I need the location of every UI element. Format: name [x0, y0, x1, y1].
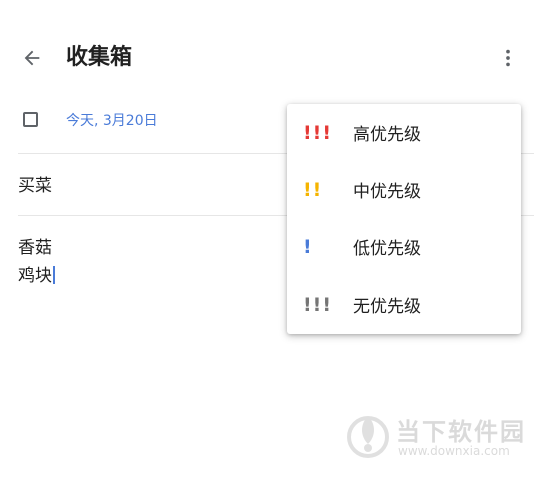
menu-item-label: 无优先级 — [353, 297, 421, 317]
watermark-url: www.downxia.com — [398, 444, 510, 458]
priority-high-icon: !!! — [303, 121, 332, 144]
more-vertical-icon — [506, 49, 510, 67]
watermark-title: 当下软件园 — [396, 418, 526, 446]
menu-item-no-priority[interactable]: !!! 无优先级 — [287, 276, 521, 333]
watermark: 当下软件园 www.downxia.com — [346, 410, 526, 466]
task-title-field[interactable]: 买菜 — [18, 172, 52, 200]
page-title: 收集箱 — [66, 45, 133, 70]
due-date[interactable]: 今天, 3月20日 — [66, 110, 158, 132]
task-detail-screen: 收集箱 今天, 3月20日 买菜 香菇 鸡块 !!! 高优先级 !! 中优先级 … — [0, 0, 534, 480]
more-options-button[interactable] — [490, 40, 526, 76]
note-line-text: 鸡块 — [18, 266, 52, 286]
text-cursor — [53, 266, 55, 284]
note-line: 香菇 — [18, 238, 52, 258]
priority-none-icon: !!! — [303, 293, 332, 316]
priority-medium-icon: !! — [303, 178, 323, 201]
task-checkbox[interactable] — [23, 112, 38, 127]
menu-item-medium-priority[interactable]: !! 中优先级 — [287, 161, 521, 218]
priority-menu: !!! 高优先级 !! 中优先级 ! 低优先级 !!! 无优先级 — [287, 104, 521, 334]
menu-item-label: 低优先级 — [353, 239, 421, 259]
menu-item-label: 高优先级 — [353, 125, 421, 145]
arrow-left-icon — [24, 50, 40, 66]
note-line: 鸡块 — [18, 262, 55, 290]
back-button[interactable] — [14, 40, 50, 76]
menu-item-high-priority[interactable]: !!! 高优先级 — [287, 104, 521, 161]
priority-low-icon: ! — [303, 235, 313, 258]
menu-item-low-priority[interactable]: ! 低优先级 — [287, 218, 521, 275]
watermark-logo-icon — [347, 416, 389, 458]
menu-item-label: 中优先级 — [353, 182, 421, 202]
task-notes-field[interactable]: 香菇 鸡块 — [18, 234, 55, 290]
